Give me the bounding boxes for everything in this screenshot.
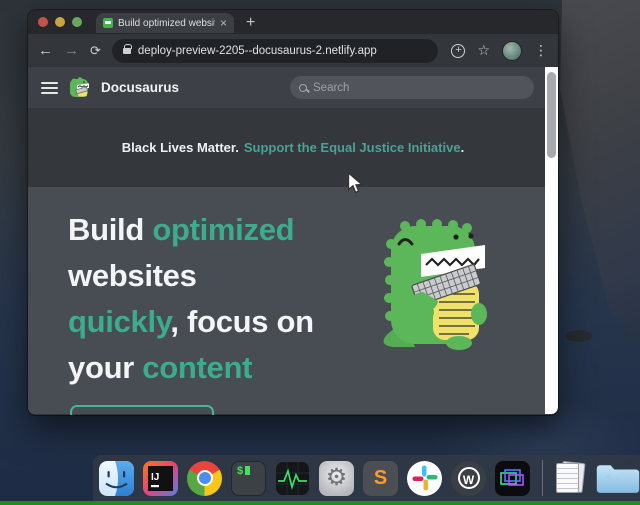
desktop: Build optimized websites quic × + ← → ⟳ …	[0, 0, 640, 505]
docusaurus-logo-icon[interactable]	[68, 76, 91, 99]
gear-icon: ⚙	[326, 466, 348, 490]
sublime-text-icon[interactable]: S	[363, 461, 398, 496]
finder-icon[interactable]	[99, 461, 134, 496]
minimize-window-button[interactable]	[55, 17, 65, 27]
downloads-folder-icon[interactable]	[594, 461, 640, 496]
bookmark-star-icon[interactable]: ☆	[477, 42, 490, 59]
tab-title: Build optimized websites quic	[118, 18, 215, 29]
browser-window: Build optimized websites quic × + ← → ⟳ …	[28, 10, 558, 415]
hamburger-menu-icon[interactable]	[41, 82, 58, 94]
dinosaur-mascot-illustration	[363, 212, 498, 352]
get-started-button[interactable]	[70, 405, 214, 415]
zoom-window-button[interactable]	[72, 17, 82, 27]
hero-title: Build optimizedwebsitesquickly, focus on…	[68, 207, 398, 391]
announcement-bar: Black Lives Matter. Support the Equal Ju…	[28, 108, 558, 187]
site-navbar: Docusaurus	[28, 67, 558, 108]
intellij-idea-icon[interactable]: IJ	[143, 461, 178, 496]
toolbar-actions: + ☆ ⋮	[451, 41, 548, 61]
back-icon[interactable]: ←	[38, 43, 53, 58]
announcement-suffix: .	[461, 140, 465, 155]
browser-tab[interactable]: Build optimized websites quic ×	[96, 13, 234, 33]
screen-bottom-strip	[0, 501, 640, 505]
new-tab-button[interactable]: +	[246, 13, 255, 33]
hero-section: Build optimizedwebsitesquickly, focus on…	[28, 187, 558, 414]
tab-close-icon[interactable]: ×	[220, 17, 227, 29]
brand-title[interactable]: Docusaurus	[101, 80, 179, 95]
announcement-link[interactable]: Support the Equal Justice Initiative	[244, 140, 461, 155]
close-window-button[interactable]	[38, 17, 48, 27]
slack-icon[interactable]	[407, 461, 442, 496]
system-preferences-icon[interactable]: ⚙	[319, 461, 354, 496]
page-content: Docusaurus Black Lives Matter. Support t…	[28, 67, 558, 414]
svg-text:IJ: IJ	[151, 472, 159, 483]
dock: IJ $ ⚙ S	[93, 455, 640, 501]
announcement-text: Black Lives Matter.	[122, 140, 239, 155]
browser-titlebar: Build optimized websites quic × +	[28, 10, 558, 33]
search-icon	[299, 84, 307, 92]
search-input[interactable]	[313, 82, 525, 94]
browser-toolbar: ← → ⟳ deploy-preview-2205--docusaurus-2.…	[28, 33, 558, 67]
terminal-icon[interactable]: $	[231, 461, 266, 496]
chrome-icon[interactable]	[187, 461, 222, 496]
traffic-lights	[38, 10, 82, 33]
search-box[interactable]	[290, 76, 534, 99]
screen-capture-icon[interactable]	[495, 461, 530, 496]
page-scrollbar[interactable]	[545, 67, 558, 414]
wallpaper-rock	[566, 330, 592, 342]
lock-icon	[123, 48, 131, 54]
docusaurus-favicon-icon	[103, 18, 113, 28]
reload-icon[interactable]: ⟳	[90, 44, 101, 57]
scrollbar-thumb[interactable]	[547, 72, 556, 158]
mouse-cursor	[347, 172, 364, 195]
workplace-icon[interactable]: W	[451, 461, 486, 496]
activity-monitor-icon[interactable]	[275, 461, 310, 496]
address-bar[interactable]: deploy-preview-2205--docusaurus-2.netlif…	[112, 39, 439, 63]
profile-avatar[interactable]	[502, 41, 522, 61]
url-text: deploy-preview-2205--docusaurus-2.netlif…	[138, 45, 377, 57]
browser-menu-icon[interactable]: ⋮	[534, 42, 548, 59]
dock-divider	[542, 460, 543, 496]
wallpaper-cliff	[545, 0, 640, 345]
forward-icon[interactable]: →	[64, 43, 79, 58]
documents-stack-icon[interactable]	[555, 461, 585, 495]
circle-plus-icon[interactable]: +	[451, 44, 465, 58]
